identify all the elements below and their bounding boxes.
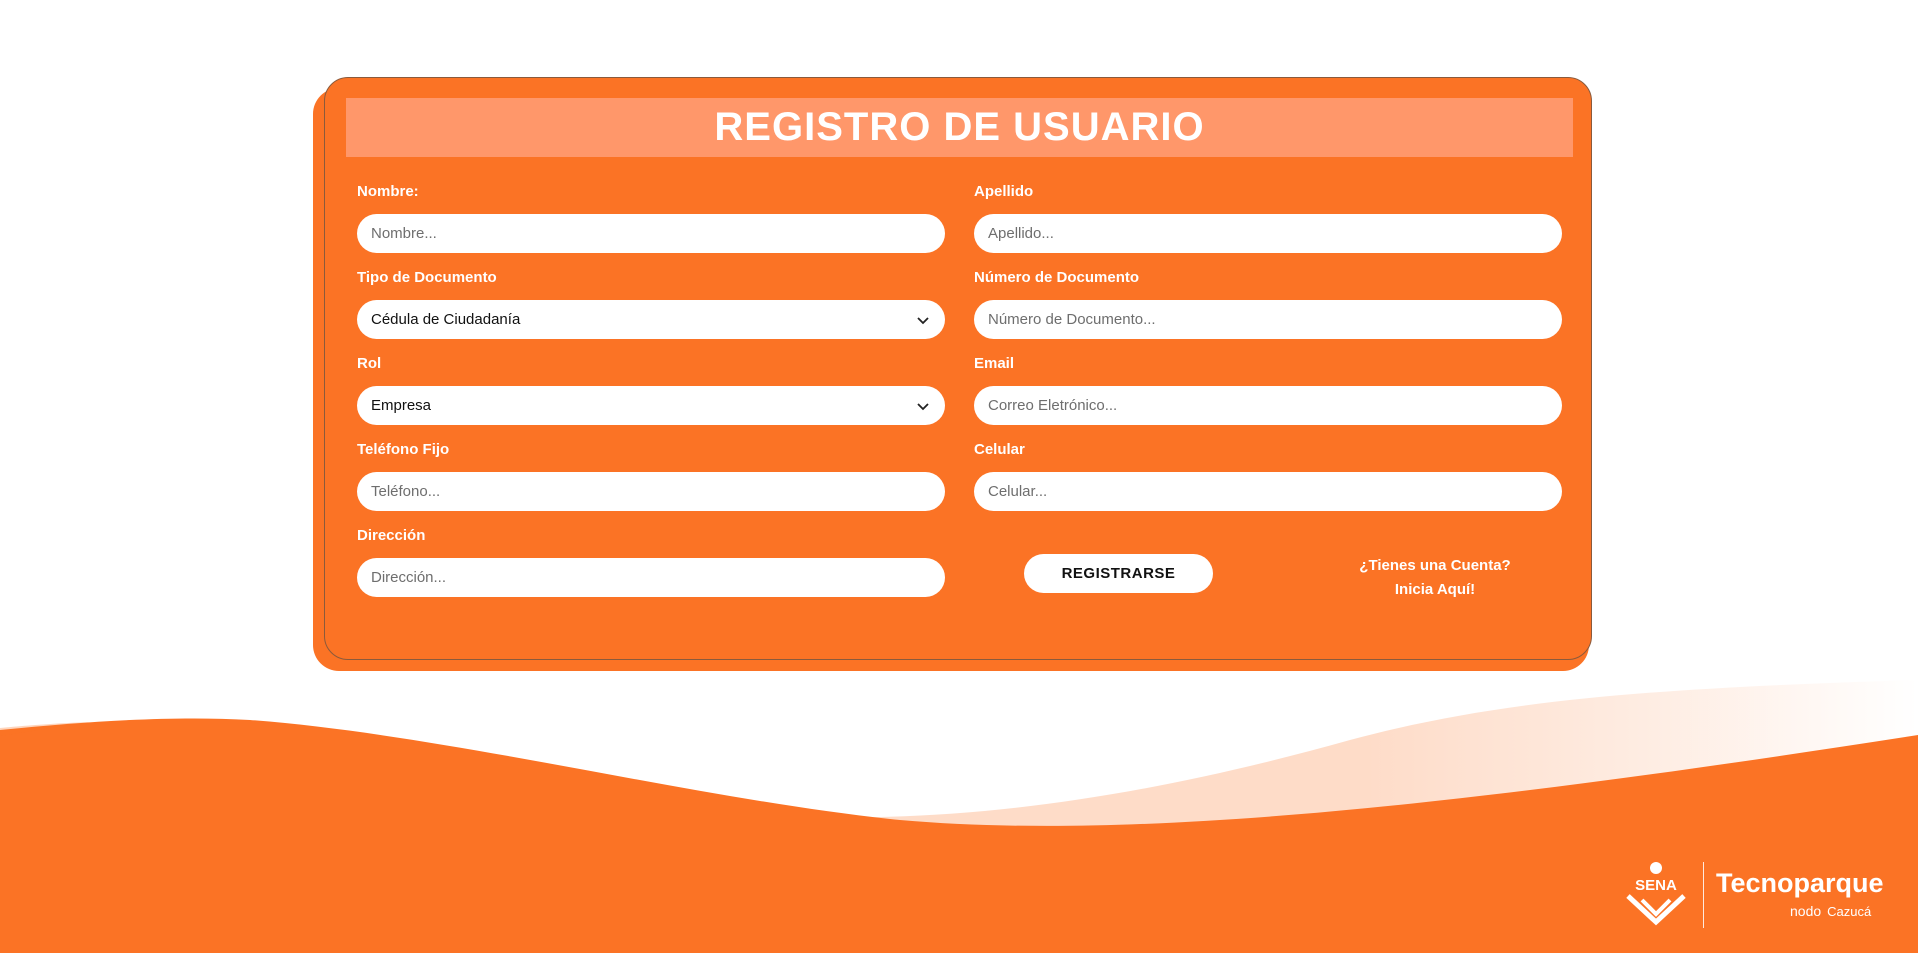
- page-title: REGISTRO DE USUARIO: [714, 105, 1205, 149]
- title-bar: REGISTRO DE USUARIO: [346, 98, 1573, 157]
- brand-sub-nodo: nodo: [1790, 903, 1822, 919]
- brand-name: Tecnoparque: [1716, 868, 1884, 898]
- celular-field-group: Celular: [974, 439, 1562, 511]
- sena-logo-icon: SENA: [1626, 862, 1686, 926]
- tipo-documento-field-group: Tipo de Documento Cédula de Ciudadanía: [357, 267, 945, 339]
- login-link[interactable]: ¿Tienes una Cuenta? Inicia Aquí!: [1310, 554, 1560, 602]
- celular-label: Celular: [974, 441, 1025, 458]
- rol-select[interactable]: Empresa: [357, 386, 945, 425]
- apellido-label: Apellido: [974, 183, 1034, 200]
- brand-location: Cazucá: [1827, 904, 1872, 919]
- nombre-field-group: Nombre:: [357, 181, 945, 253]
- tecnoparque-logo: SENA Tecnoparque nodo Cazucá: [1620, 860, 1890, 930]
- email-label: Email: [974, 355, 1015, 372]
- telefono-label: Teléfono Fijo: [357, 441, 450, 458]
- numero-documento-input[interactable]: [974, 300, 1562, 339]
- rol-field-group: Rol Empresa: [357, 353, 945, 425]
- email-input[interactable]: [974, 386, 1562, 425]
- numero-documento-field-group: Número de Documento: [974, 267, 1562, 339]
- tipo-documento-value: Cédula de Ciudadanía: [371, 311, 521, 328]
- sena-logo-text: SENA: [1635, 877, 1677, 894]
- celular-input[interactable]: [974, 472, 1562, 511]
- logo-divider: [1703, 862, 1704, 928]
- tipo-documento-label: Tipo de Documento: [357, 269, 497, 286]
- nombre-input[interactable]: [357, 214, 945, 253]
- rol-label: Rol: [357, 355, 382, 372]
- direccion-field-group: Dirección: [357, 525, 945, 597]
- registration-card: REGISTRO DE USUARIO Nombre: Apellido Tip…: [324, 77, 1592, 660]
- brand-subtitle: nodo Cazucá: [1790, 903, 1871, 919]
- tipo-documento-select[interactable]: Cédula de Ciudadanía: [357, 300, 945, 339]
- apellido-field-group: Apellido: [974, 181, 1562, 253]
- rol-value: Empresa: [371, 397, 432, 414]
- telefono-field-group: Teléfono Fijo: [357, 439, 945, 511]
- apellido-input[interactable]: [974, 214, 1562, 253]
- email-field-group: Email: [974, 353, 1562, 425]
- chevron-down-icon: [917, 402, 929, 410]
- direccion-label: Dirección: [357, 527, 426, 544]
- numero-documento-label: Número de Documento: [974, 269, 1140, 286]
- direccion-input[interactable]: [357, 558, 945, 597]
- login-prompt-line2: Inicia Aquí!: [1394, 581, 1476, 598]
- telefono-input[interactable]: [357, 472, 945, 511]
- login-prompt-line1: ¿Tienes una Cuenta?: [1359, 557, 1511, 574]
- register-button[interactable]: REGISTRARSE: [1024, 554, 1213, 593]
- nombre-label: Nombre:: [357, 183, 419, 200]
- chevron-down-icon: [917, 316, 929, 324]
